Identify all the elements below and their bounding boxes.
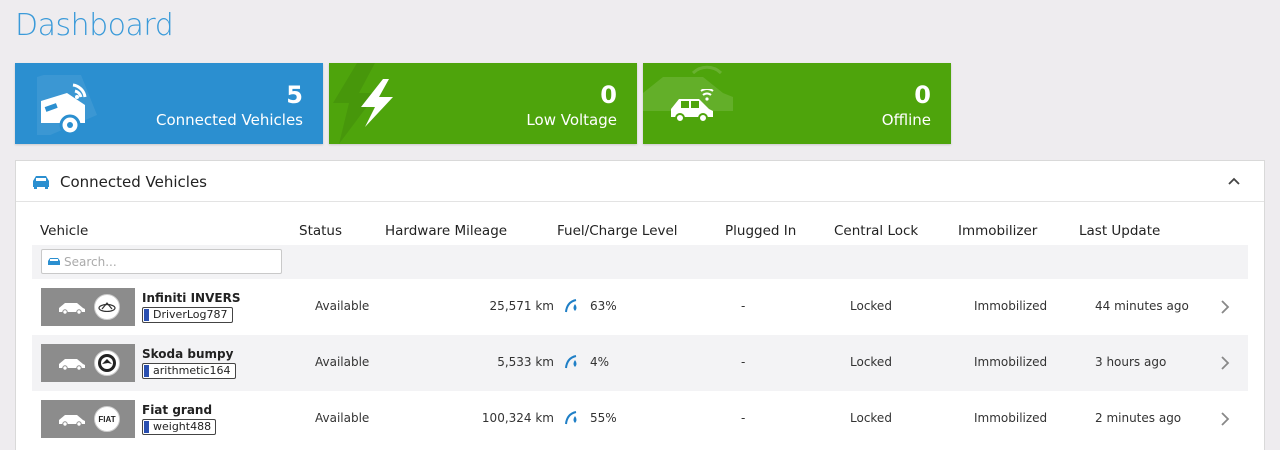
table-row[interactable]: Infiniti INVERS DriverLog787 Available 2… [32,279,1248,335]
vehicle-name: Fiat grand [142,403,213,417]
last-update-cell: 44 minutes ago [1095,299,1189,313]
car-icon [48,258,60,265]
car-icon [59,359,85,370]
tile-count: 0 [914,81,931,109]
column-header-plugged-in[interactable]: Plugged In [725,223,796,239]
central-lock-cell: Locked [850,299,892,313]
license-plate: arithmetic164 [142,363,236,379]
panel-header[interactable]: Connected Vehicles [16,161,1264,202]
chevron-right-icon[interactable] [1220,411,1230,427]
tile-count: 0 [600,81,617,109]
status-cell: Available [315,411,370,425]
skoda-logo-icon [94,350,120,376]
fuel-icon [565,355,577,369]
mileage-cell: 100,324 km [481,411,554,425]
fuel-level-cell: 63% [590,299,617,313]
central-lock-cell: Locked [850,355,892,369]
vehicle-thumbnail [41,344,135,382]
column-header-status[interactable]: Status [299,223,342,239]
search-input[interactable] [64,253,274,270]
vehicle-thumbnail [41,288,135,326]
lightning-icon [361,79,393,127]
plugged-in-cell: - [741,411,746,425]
column-header-central-lock[interactable]: Central Lock [834,223,918,239]
plugged-in-cell: - [741,299,746,313]
vehicle-name: Infiniti INVERS [142,291,241,305]
infiniti-logo-icon [94,294,120,320]
tile-label: Offline [881,111,931,129]
mileage-cell: 25,571 km [489,299,554,313]
car-icon [33,176,49,189]
tile-label: Connected Vehicles [156,111,303,129]
offline-tile[interactable]: 0 Offline [643,63,951,144]
fuel-icon [565,299,577,313]
fuel-icon [565,411,577,425]
fuel-level-cell: 55% [590,411,617,425]
car-icon [59,303,85,314]
car-signal-icon [671,89,714,123]
license-plate: weight488 [142,419,217,435]
chevron-right-icon[interactable] [1220,299,1230,315]
column-header-last-update[interactable]: Last Update [1079,223,1160,239]
connected-vehicles-tile[interactable]: 5 Connected Vehicles [15,63,323,144]
immobilizer-cell: Immobilized [974,411,1048,425]
car-wifi-icon [37,75,97,135]
status-cell: Available [315,355,370,369]
fiat-logo-icon: FIAT [94,406,120,432]
table-row[interactable]: FIAT Fiat grand weight488 Available 100,… [32,391,1248,447]
column-header-fuel[interactable]: Fuel/Charge Level [557,223,678,239]
last-update-cell: 3 hours ago [1095,355,1167,369]
license-plate: DriverLog787 [142,307,233,323]
page-title: Dashboard [15,8,174,43]
vehicle-thumbnail: FIAT [41,400,135,438]
vehicle-name: Skoda bumpy [142,347,234,361]
column-header-vehicle[interactable]: Vehicle [40,223,88,239]
column-header-immobilizer[interactable]: Immobilizer [958,223,1037,239]
immobilizer-cell: Immobilized [974,355,1048,369]
table-row[interactable]: Skoda bumpy arithmetic164 Available 5,53… [32,335,1248,391]
fiat-logo-text: FIAT [98,414,116,424]
immobilizer-cell: Immobilized [974,299,1048,313]
panel-title: Connected Vehicles [60,173,207,191]
status-cell: Available [315,299,370,313]
car-icon [59,415,85,426]
chevron-up-icon[interactable] [1226,173,1242,189]
column-header-mileage[interactable]: Hardware Mileage [385,223,507,239]
search-row [32,245,1248,279]
connected-vehicles-panel: Connected Vehicles Vehicle Status Hardwa… [15,160,1265,450]
search-box[interactable] [41,249,282,274]
mileage-cell: 5,533 km [497,355,554,369]
low-voltage-tile[interactable]: 0 Low Voltage [329,63,637,144]
last-update-cell: 2 minutes ago [1095,411,1182,425]
tile-count: 5 [286,81,303,109]
chevron-right-icon[interactable] [1220,355,1230,371]
central-lock-cell: Locked [850,411,892,425]
fuel-level-cell: 4% [590,355,610,369]
tile-label: Low Voltage [526,111,617,129]
plugged-in-cell: - [741,355,746,369]
